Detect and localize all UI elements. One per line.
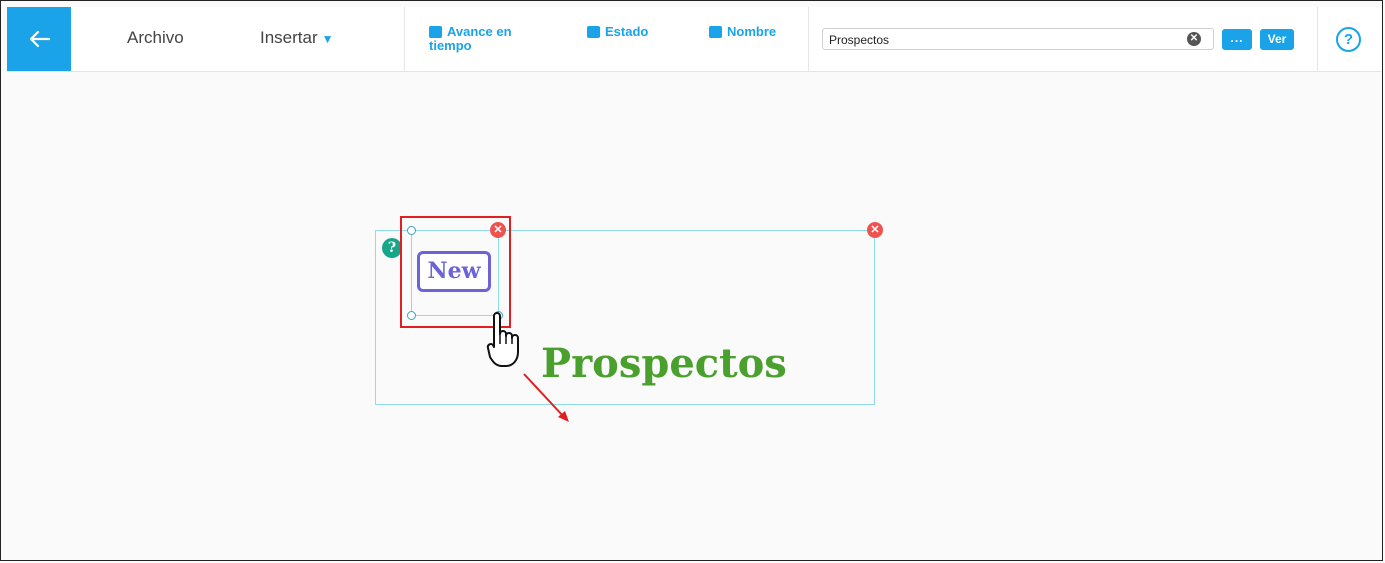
caret-down-icon: ▼	[321, 32, 334, 46]
divider	[1317, 7, 1318, 71]
search-box	[822, 28, 1214, 50]
field-nombre[interactable]: Nombre	[709, 25, 776, 39]
field-estado[interactable]: Estado	[587, 25, 648, 39]
divider	[808, 7, 809, 71]
toolbar: Archivo Insertar ▼ Avance en tiempo Estad…	[7, 7, 1381, 72]
menu-archivo[interactable]: Archivo	[127, 28, 184, 48]
help-button[interactable]: ?	[1336, 27, 1361, 52]
prospectos-title: Prospectos	[541, 340, 787, 387]
arrow-left-icon	[29, 30, 50, 48]
square-icon	[587, 26, 600, 38]
remove-element-icon[interactable]: ✕	[867, 222, 883, 238]
menu-insertar-label: Insertar	[260, 28, 318, 47]
search-input[interactable]	[827, 30, 1181, 50]
clear-search-icon[interactable]: ✕	[1187, 32, 1201, 46]
square-icon	[429, 26, 442, 38]
square-icon	[709, 26, 722, 38]
ver-button[interactable]: Ver	[1260, 29, 1294, 50]
back-button[interactable]	[7, 7, 71, 71]
field-label: Estado	[605, 24, 649, 39]
help-badge[interactable]: ?	[382, 238, 402, 258]
menu-insertar[interactable]: Insertar ▼	[260, 28, 334, 48]
divider	[404, 7, 405, 71]
hand-cursor-icon	[486, 312, 519, 367]
field-avance-en-tiempo[interactable]: Avance en tiempo	[429, 25, 539, 53]
more-options-button[interactable]: ...	[1222, 29, 1252, 50]
field-label: Nombre	[727, 24, 777, 39]
